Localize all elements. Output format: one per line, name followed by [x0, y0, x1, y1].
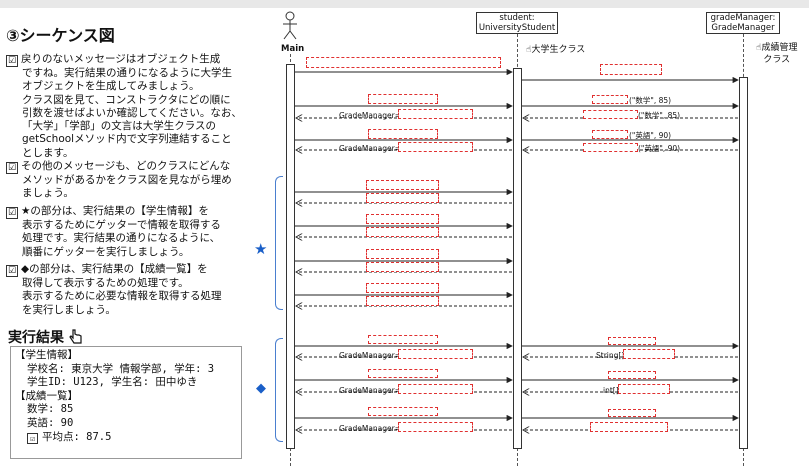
- blank-get-grademanager-2[interactable]: [368, 129, 438, 139]
- blank-getter-4[interactable]: [366, 283, 439, 293]
- diamond-icon: ◆: [256, 381, 266, 396]
- blank-grade-call-3[interactable]: [608, 409, 656, 417]
- blank-int-array[interactable]: [618, 384, 670, 394]
- blank-return-english[interactable]: [583, 143, 638, 152]
- star-section-bracket: [275, 176, 283, 310]
- blank-getter-4-return[interactable]: [366, 296, 439, 306]
- blank-return-gm-2[interactable]: [398, 142, 473, 152]
- blank-create-grade[interactable]: [600, 64, 662, 75]
- return-english-label: ("英語", 90): [638, 144, 681, 153]
- blank-return-grade[interactable]: [590, 422, 668, 432]
- return-math-label: ("数学", 85): [638, 111, 681, 120]
- blank-add-math[interactable]: [592, 95, 628, 104]
- blank-gm-call-1[interactable]: [368, 335, 438, 344]
- star-icon: ★: [254, 240, 268, 258]
- blank-getter-1-return[interactable]: [366, 193, 439, 203]
- blank-gm-call-3[interactable]: [368, 407, 438, 416]
- blank-getter-2-return[interactable]: [366, 227, 439, 237]
- blank-grade-call-1[interactable]: [608, 337, 656, 345]
- blank-getter-3-return[interactable]: [366, 262, 439, 272]
- blank-grade-call-2[interactable]: [608, 371, 656, 379]
- english-arg-label: ("英語", 90): [629, 131, 672, 140]
- blank-return-gm-5[interactable]: [398, 422, 473, 432]
- blank-return-gm-1[interactable]: [398, 109, 473, 119]
- blank-return-gm-3[interactable]: [398, 349, 473, 359]
- blank-return-math[interactable]: [583, 110, 638, 119]
- blank-gm-call-2[interactable]: [368, 369, 438, 378]
- return-gm-5-label: GradeManager=: [339, 424, 402, 433]
- return-gm-1-label: GradeManager=: [339, 111, 402, 120]
- math-arg-label: ("数学", 85): [629, 96, 672, 105]
- blank-getter-1[interactable]: [366, 180, 439, 190]
- blank-getter-3[interactable]: [366, 249, 439, 259]
- blank-add-english[interactable]: [592, 130, 628, 139]
- return-gm-3-label: GradeManager=: [339, 351, 402, 360]
- blank-create-student[interactable]: [306, 57, 501, 68]
- return-gm-2-label: GradeManager=: [339, 144, 402, 153]
- blank-string-array[interactable]: [623, 349, 675, 359]
- return-gm-4-label: GradeManager=: [339, 386, 402, 395]
- blank-return-gm-4[interactable]: [398, 384, 473, 394]
- blank-getter-2[interactable]: [366, 214, 439, 224]
- blank-get-grademanager-1[interactable]: [368, 94, 438, 104]
- diamond-section-bracket: [275, 338, 283, 442]
